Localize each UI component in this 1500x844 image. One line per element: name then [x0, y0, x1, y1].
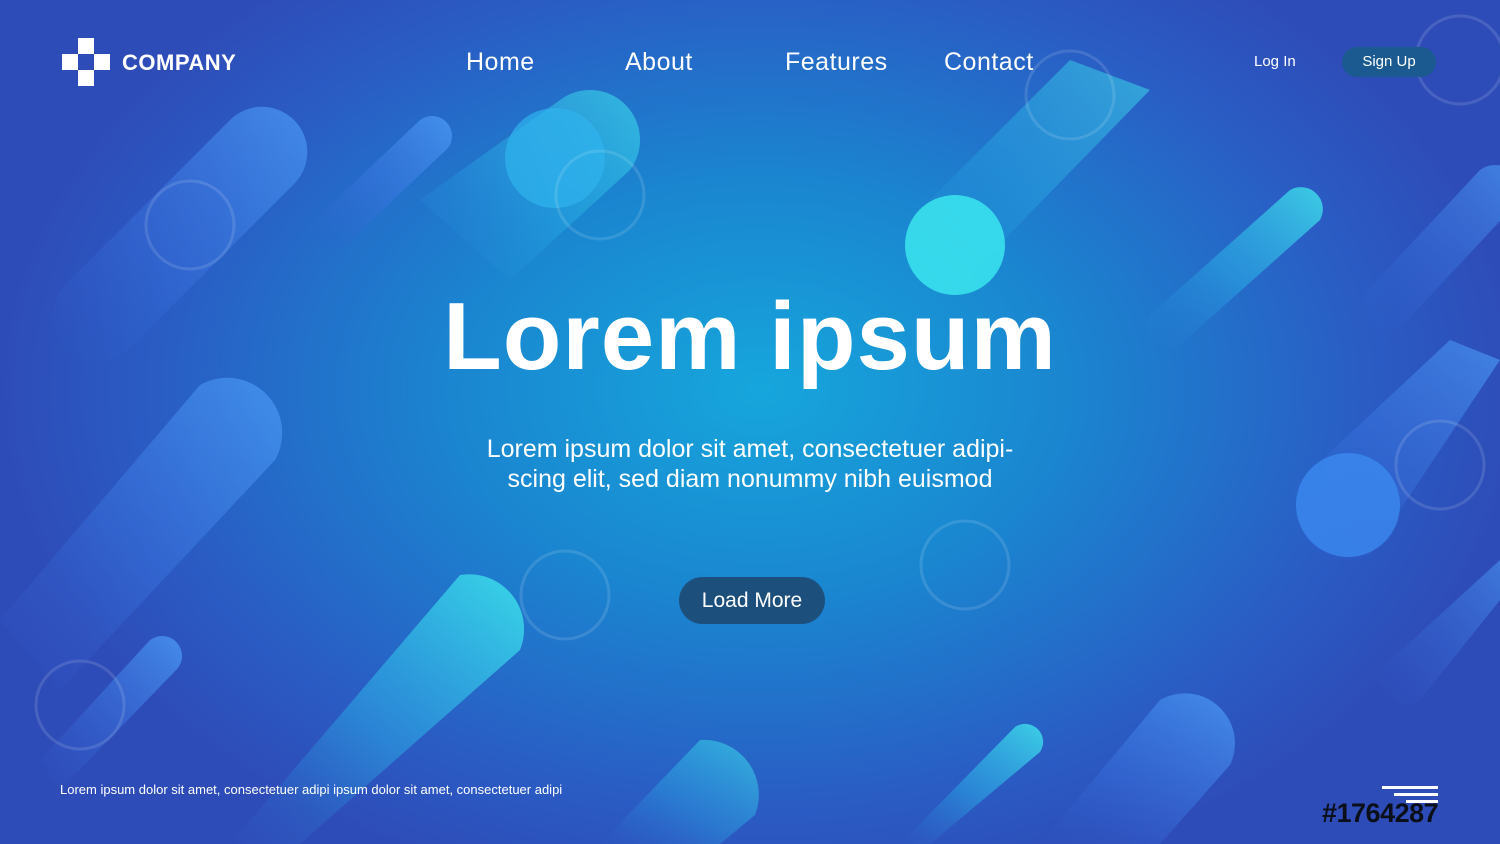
- pill-shape: [0, 377, 283, 690]
- stock-image-id: #1764287: [1322, 798, 1439, 828]
- nav-item-features[interactable]: Features: [785, 48, 888, 77]
- pill-cap: [1296, 453, 1400, 557]
- pill-cap: [905, 195, 1005, 295]
- site-header: COMPANY Home About Features Contact Log …: [0, 0, 1500, 130]
- pill-shape: [313, 116, 452, 250]
- login-link[interactable]: Log In: [1254, 53, 1296, 70]
- pill-shape: [900, 723, 1044, 844]
- footer-text: Lorem ipsum dolor sit amet, consectetuer…: [60, 782, 563, 797]
- nav-item-about[interactable]: About: [625, 48, 693, 77]
- nav-item-contact[interactable]: Contact: [944, 48, 1034, 77]
- nav-item-home[interactable]: Home: [466, 48, 535, 77]
- pill-shape: [230, 574, 525, 844]
- pill-shape: [1040, 693, 1235, 844]
- company-logo-icon[interactable]: [62, 38, 110, 88]
- hero-subtitle-line-2: scing elit, sed diam nonummy nibh euismo…: [507, 465, 993, 493]
- signup-button[interactable]: Sign Up: [1342, 47, 1436, 77]
- pill-shape: [1379, 560, 1500, 706]
- load-more-button[interactable]: Load More: [679, 577, 825, 624]
- pill-shape: [600, 739, 759, 844]
- company-name[interactable]: COMPANY: [122, 50, 236, 76]
- hero-subtitle-line-1: Lorem ipsum dolor sit amet, consectetuer…: [486, 435, 1014, 463]
- landing-page: COMPANY Home About Features Contact Log …: [0, 0, 1500, 844]
- hero-title: Lorem ipsum: [443, 283, 1057, 390]
